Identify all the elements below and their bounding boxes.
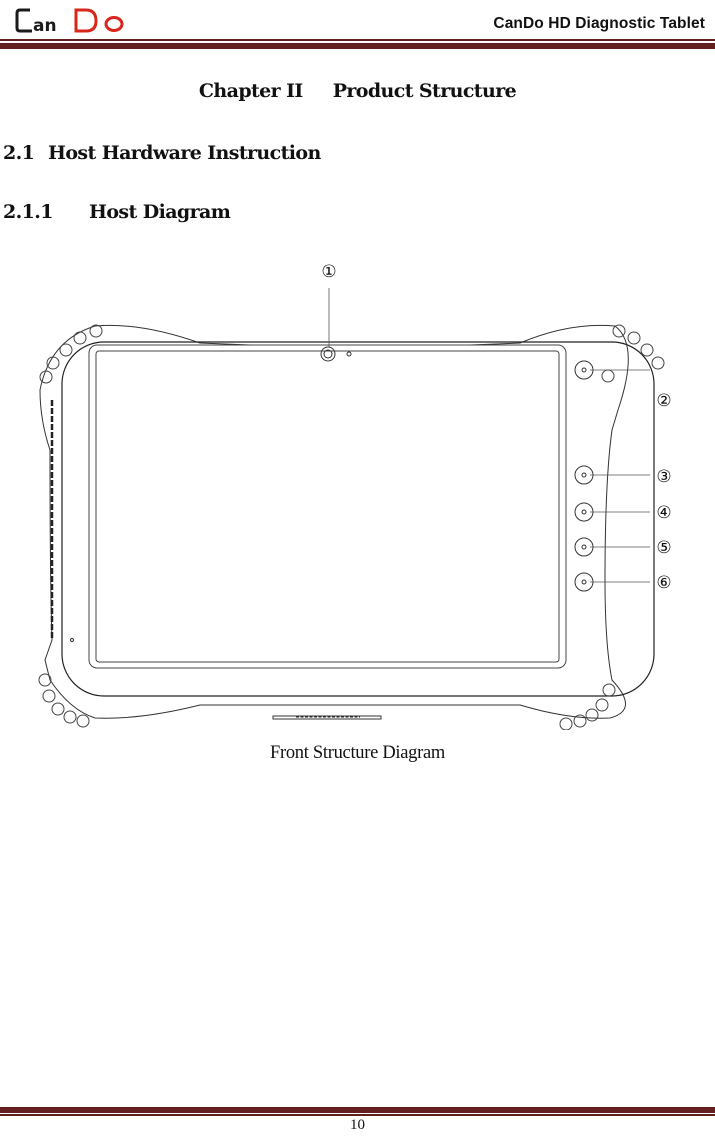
screen-inner bbox=[95, 350, 560, 663]
logo-text-an: an bbox=[33, 16, 57, 36]
callout-leaders bbox=[328, 288, 650, 583]
cando-logo: an bbox=[15, 8, 124, 36]
front-camera bbox=[320, 346, 336, 362]
figure-caption: Front Structure Diagram bbox=[270, 743, 445, 763]
page-number: 10 bbox=[350, 1117, 365, 1133]
chapter-heading: Chapter II Product Structure bbox=[0, 80, 715, 102]
bottom-connector bbox=[272, 715, 382, 720]
footer-rule-thick bbox=[0, 1107, 715, 1113]
header-rule-thick bbox=[0, 43, 715, 49]
tablet-front-diagram: ① ② ③ ④ ⑤ ⑥ bbox=[38, 262, 672, 730]
callout-4: ④ bbox=[656, 503, 671, 523]
section-title: Host Hardware Instruction bbox=[48, 142, 321, 164]
footer-rule-thin bbox=[0, 1114, 715, 1116]
logo-can bbox=[15, 8, 32, 33]
side-buttons bbox=[574, 360, 594, 592]
callout-6: ⑥ bbox=[656, 573, 671, 593]
microphone-hole bbox=[70, 638, 74, 642]
bumper-bumps bbox=[38, 324, 665, 730]
subsection-title: Host Diagram bbox=[89, 201, 231, 223]
light-sensor bbox=[346, 351, 352, 357]
logo-o bbox=[104, 16, 124, 32]
callout-1: ① bbox=[321, 262, 336, 282]
chapter-label: Chapter II bbox=[198, 80, 303, 102]
screen-outer bbox=[88, 344, 567, 669]
subsection-heading: 2.1.1 Host Diagram bbox=[3, 201, 231, 223]
callout-5: ⑤ bbox=[656, 538, 671, 558]
header-rule-thin bbox=[0, 39, 715, 41]
callout-2: ② bbox=[656, 391, 671, 411]
tablet-outer-shell bbox=[39, 324, 629, 719]
chapter-title: Product Structure bbox=[332, 80, 517, 102]
subsection-number: 2.1.1 bbox=[3, 201, 53, 223]
logo-d bbox=[74, 8, 98, 33]
header-title: CanDo HD Diagnostic Tablet bbox=[493, 15, 705, 32]
tablet-body bbox=[61, 341, 655, 697]
section-heading: 2.1 Host Hardware Instruction bbox=[3, 142, 321, 164]
callout-3: ③ bbox=[656, 467, 671, 487]
section-number: 2.1 bbox=[3, 142, 35, 164]
